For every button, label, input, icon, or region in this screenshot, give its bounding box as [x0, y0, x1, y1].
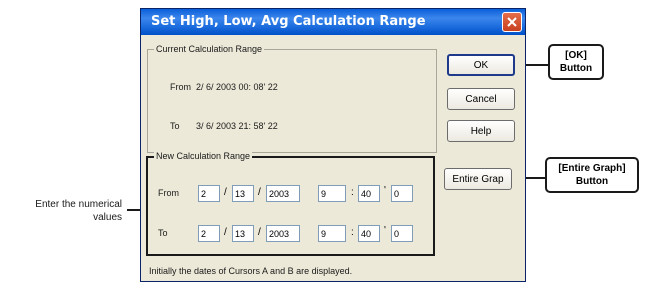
to-second-input[interactable]: [391, 225, 413, 242]
new-range-group: New Calculation Range From / / : ' To / …: [146, 151, 435, 256]
from-second-input[interactable]: [391, 185, 413, 202]
current-from-label: From: [170, 82, 191, 92]
to-hour-input[interactable]: [318, 225, 346, 242]
dialog-title: Set High, Low, Avg Calculation Range: [151, 14, 426, 29]
to-time-sep-2: ': [384, 225, 386, 236]
new-from-label: From: [158, 188, 179, 198]
calculation-range-dialog: Set High, Low, Avg Calculation Range Cur…: [140, 8, 526, 282]
ok-button-callout: [OK] Button: [548, 44, 604, 80]
current-to-label: To: [170, 121, 180, 131]
ok-callout-line-1: [OK]: [565, 50, 587, 61]
from-time-sep-2: ': [384, 185, 386, 196]
to-date-sep-1: /: [224, 227, 227, 238]
from-minute-input[interactable]: [358, 185, 380, 202]
ok-button[interactable]: OK: [447, 54, 515, 76]
to-month-input[interactable]: [198, 225, 220, 242]
help-button[interactable]: Help: [447, 120, 515, 142]
new-range-legend: New Calculation Range: [154, 151, 253, 161]
entire-graph-callout-line-2: Button: [575, 176, 609, 187]
left-annotation-line-2: values: [93, 212, 122, 223]
to-minute-input[interactable]: [358, 225, 380, 242]
cancel-button[interactable]: Cancel: [447, 88, 515, 110]
from-time-sep-1: :: [351, 187, 354, 198]
new-to-label: To: [158, 228, 168, 238]
left-annotation: Enter the numerical values: [6, 198, 122, 224]
entire-graph-button[interactable]: Entire Grap: [444, 168, 512, 190]
from-date-sep-2: /: [258, 187, 261, 198]
from-day-input[interactable]: [232, 185, 254, 202]
to-year-input[interactable]: [266, 225, 300, 242]
from-hour-input[interactable]: [318, 185, 346, 202]
from-month-input[interactable]: [198, 185, 220, 202]
close-button[interactable]: [502, 12, 522, 32]
to-date-sep-2: /: [258, 227, 261, 238]
entire-graph-callout-line-1: [Entire Graph]: [558, 163, 626, 174]
to-day-input[interactable]: [232, 225, 254, 242]
current-from-value: 2/ 6/ 2003 00: 08' 22: [196, 82, 278, 92]
close-icon: [507, 17, 517, 27]
from-date-sep-1: /: [224, 187, 227, 198]
title-bar[interactable]: Set High, Low, Avg Calculation Range: [141, 9, 525, 35]
current-to-value: 3/ 6/ 2003 21: 58' 22: [196, 121, 278, 131]
left-annotation-line-1: Enter the numerical: [35, 199, 122, 210]
ok-callout-line-2: Button: [559, 63, 593, 74]
entire-graph-callout: [Entire Graph] Button: [545, 157, 639, 193]
from-year-input[interactable]: [266, 185, 300, 202]
current-range-legend: Current Calculation Range: [154, 44, 265, 54]
footer-hint: Initially the dates of Cursors A and B a…: [149, 266, 353, 276]
to-time-sep-1: :: [351, 227, 354, 238]
current-range-group: Current Calculation Range From 2/ 6/ 200…: [147, 44, 437, 153]
